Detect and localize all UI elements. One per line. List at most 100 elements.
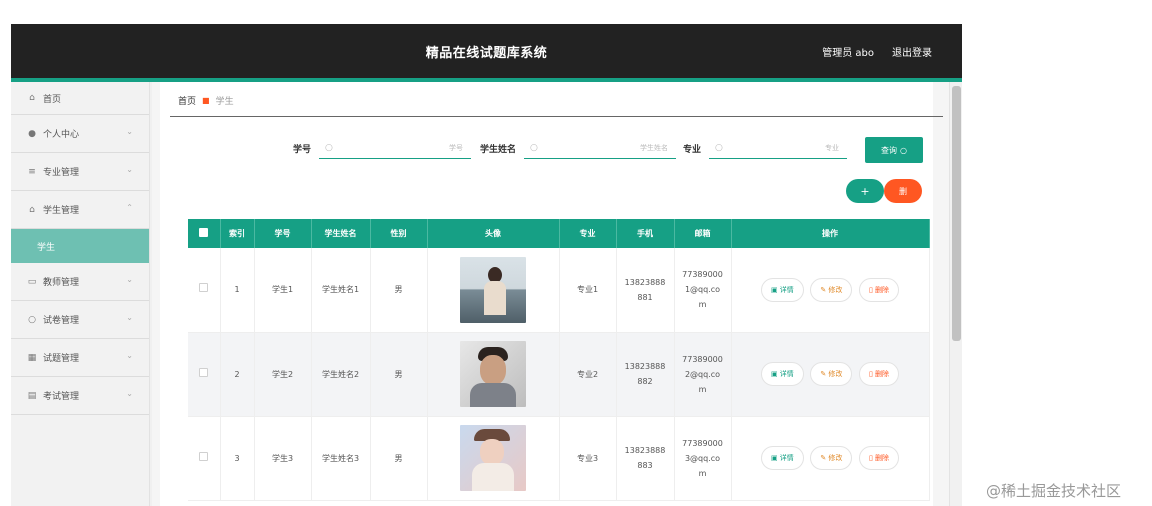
edit-label: 修改 xyxy=(828,454,843,462)
cell-avatar xyxy=(427,416,560,501)
table-row: 2 学生2 学生姓名2 男 专业2 13823888 882 77389000 … xyxy=(188,332,930,417)
table-row: 3 学生3 学生姓名3 男 专业3 13823888 883 77389000 … xyxy=(188,416,930,501)
list-icon: ≡ xyxy=(28,166,36,177)
detail-button[interactable]: ▣ 详情 xyxy=(760,446,804,470)
cell-email: 77389000 1@qq.co m xyxy=(674,248,732,333)
major-input[interactable]: ○ 专业 xyxy=(709,137,848,159)
delete-label: 删除 xyxy=(875,370,890,378)
student-name-input[interactable]: ○ 学生姓名 xyxy=(524,137,677,159)
column-header: 邮箱 xyxy=(674,219,732,248)
search-icon: ○ xyxy=(900,145,907,155)
cell-email: 77389000 3@qq.co m xyxy=(674,416,732,501)
search-student-name: 学生姓名 ○ 学生姓名 xyxy=(480,137,677,159)
delete-button[interactable]: ▯ 删除 xyxy=(858,446,900,470)
user-icon: ● xyxy=(28,128,36,139)
row-checkbox[interactable] xyxy=(188,248,221,333)
logout-link[interactable]: 退出登录 xyxy=(892,44,932,59)
email-line: 3@qq.co xyxy=(684,453,721,463)
app-title: 精品在线试题库系统 xyxy=(425,46,548,61)
email-line: m xyxy=(698,468,707,478)
sidebar-item-label: 教师管理 xyxy=(43,278,80,288)
detail-button[interactable]: ▣ 详情 xyxy=(760,277,804,302)
delete-button[interactable]: ▯ 删除 xyxy=(858,362,900,386)
vertical-scrollbar[interactable] xyxy=(949,82,962,506)
search-label: 学生姓名 xyxy=(480,144,517,155)
edit-label: 修改 xyxy=(828,370,843,378)
column-header: 学生姓名 xyxy=(311,219,371,248)
query-button-label: 查询 xyxy=(881,145,897,155)
sidebar-item-home[interactable]: ⌂ 首页 xyxy=(11,82,149,115)
cell-avatar xyxy=(427,332,560,417)
email-line: 1@qq.co xyxy=(684,285,721,295)
scrollbar-thumb[interactable] xyxy=(952,86,961,341)
breadcrumb-current: 学生 xyxy=(215,97,234,107)
edit-button[interactable]: ✎ 修改 xyxy=(810,277,853,302)
sidebar-item-exams[interactable]: ▤ 考试管理 ⌄ xyxy=(11,377,149,415)
sidebar-item-profile[interactable]: ● 个人中心 ⌄ xyxy=(11,115,149,153)
phone-line: 882 xyxy=(637,377,653,386)
student-id-input[interactable]: ○ 学号 xyxy=(319,137,472,159)
phone-line: 13823888 xyxy=(624,277,666,287)
email-line: m xyxy=(698,384,707,394)
email-line: 77389000 xyxy=(682,270,723,280)
select-all-checkbox[interactable] xyxy=(188,219,221,248)
detail-button[interactable]: ▣ 详情 xyxy=(760,362,804,386)
search-label: 学号 xyxy=(293,144,312,155)
cell-student-id: 学生1 xyxy=(254,248,312,333)
sidebar-item-papers[interactable]: ○ 试卷管理 ⌄ xyxy=(11,301,149,339)
sidebar-subitem-student[interactable]: 学生 xyxy=(11,229,149,263)
chevron-down-icon: ⌄ xyxy=(126,127,133,136)
search-icon: ○ xyxy=(325,142,333,153)
delete-label: 删除 xyxy=(875,454,890,462)
email-line: 2@qq.co xyxy=(684,369,721,379)
phone-line: 883 xyxy=(637,461,653,470)
cell-phone: 13823888 883 xyxy=(616,416,675,501)
detail-label: 详情 xyxy=(779,454,794,462)
breadcrumb-home[interactable]: 首页 xyxy=(178,94,196,107)
home-icon: ⌂ xyxy=(29,93,35,103)
sidebar-item-questions[interactable]: ▦ 试题管理 ⌄ xyxy=(11,339,149,377)
cell-email: 77389000 2@qq.co m xyxy=(674,332,732,417)
row-checkbox[interactable] xyxy=(188,416,221,501)
breadcrumb-divider xyxy=(170,116,943,117)
sidebar-item-label: 考试管理 xyxy=(43,392,80,402)
cell-student-id: 学生3 xyxy=(254,416,312,501)
checkbox-icon xyxy=(199,283,209,293)
phone-line: 13823888 xyxy=(624,446,666,455)
cell-index: 2 xyxy=(220,332,255,417)
cell-major: 专业1 xyxy=(559,248,617,333)
sidebar-item-label: 首页 xyxy=(43,94,62,105)
delete-label: 删除 xyxy=(875,285,890,294)
edit-button[interactable]: ✎ 修改 xyxy=(810,446,853,470)
input-placeholder: 专业 xyxy=(825,144,840,152)
bank-icon: ⌂ xyxy=(29,204,35,215)
batch-delete-button[interactable]: 删 xyxy=(884,179,922,203)
input-placeholder: 学生姓名 xyxy=(640,144,669,152)
sidebar-item-students[interactable]: ⌂ 学生管理 ⌃ xyxy=(11,191,149,229)
edit-button[interactable]: ✎ 修改 xyxy=(810,362,853,386)
search-icon: ○ xyxy=(530,142,538,153)
delete-button[interactable]: ▯ 删除 xyxy=(858,277,900,302)
query-button[interactable]: 查询 ○ xyxy=(865,137,923,163)
cell-actions: ▣ 详情 ✎ 修改 ▯ 删除 xyxy=(731,416,930,501)
breadcrumb-separator-icon: ■ xyxy=(202,96,210,105)
cell-gender: 男 xyxy=(370,248,428,333)
email-line: 77389000 xyxy=(682,354,723,364)
chevron-up-icon: ⌃ xyxy=(126,203,133,212)
cell-student-name: 学生姓名2 xyxy=(311,332,371,417)
add-button[interactable]: + xyxy=(846,179,884,203)
row-checkbox[interactable] xyxy=(188,332,221,417)
chevron-down-icon: ⌄ xyxy=(126,165,133,174)
phone-line: 881 xyxy=(637,292,653,302)
cell-phone: 13823888 881 xyxy=(616,248,675,333)
cell-actions: ▣ 详情 ✎ 修改 ▯ 删除 xyxy=(731,332,930,417)
avatar-photo xyxy=(460,425,526,491)
content-card: 首页 ■ 学生 学号 ○ 学号 学生姓名 ○ 学生姓名 专业 ○ 专业 查询 ○… xyxy=(160,82,943,506)
cell-index: 1 xyxy=(220,248,255,333)
checkbox-icon xyxy=(199,228,209,237)
cell-gender: 男 xyxy=(370,416,428,501)
sidebar-item-teachers[interactable]: ▭ 教师管理 ⌄ xyxy=(11,263,149,301)
table-icon: ▤ xyxy=(27,390,37,401)
column-header: 学号 xyxy=(254,219,312,248)
sidebar-item-majors[interactable]: ≡ 专业管理 ⌄ xyxy=(11,153,149,191)
